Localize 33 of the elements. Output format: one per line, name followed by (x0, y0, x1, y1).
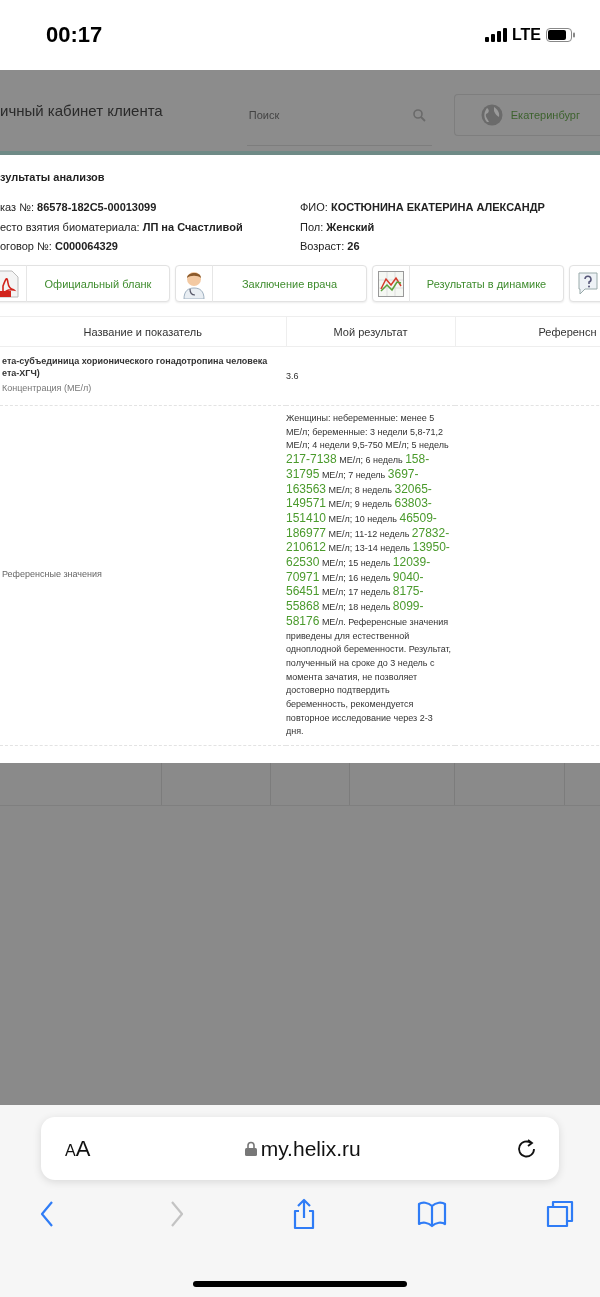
page-title: ичный кабинет клиента (0, 102, 164, 119)
column-header: Мой результат (333, 325, 408, 338)
info-field: оговор №: С000064329 (0, 240, 300, 255)
test-name: ета-субъединица хорионического гонадотропина человека ета-ХГЧ) (2, 355, 269, 379)
action-button[interactable]: Заключение врача (175, 265, 367, 302)
url-text: my.helix.ru (260, 1136, 361, 1161)
info-field: есто взятия биоматериала: ЛП на Счастливой (0, 220, 300, 236)
reference-text: Женщины: небеременные: менее 5 МЕ/л; беременные: 3 недели 5,8-71,2 МЕ/л; 4 недели 9,5-750 МЕ/л; 5 недель 217-7138 МЕ/л; 6 недель 158-31795 МЕ/л; 7 недель 3697-163563 МЕ/л; 8 недель 32065-149571 МЕ/л; 9 недель 63803-151410 МЕ/л; 10 недель 46509-186977 МЕ/л; 11-12 недель 27832-210612 МЕ/л; 13-14 недель 13950-62530 МЕ/л; 15 недель 12039-70971 МЕ/л; 16 недель 9040-56451 МЕ/л; 17 недель 8175-55868 МЕ/л; 18 недель 8099-58176 МЕ/л. Референсные значения приведены для естественной одноплодной беременности. Результат, полученный на сроке до 3 недель с момента зачатия, не позволяет достоверно подтвердить беременность, рекомендуется повторное исследование через 2-3 дня. (286, 412, 452, 739)
help-icon (577, 270, 599, 297)
tabs-icon[interactable] (544, 1198, 576, 1230)
clock-time: 00:17 (46, 22, 103, 48)
address-bar[interactable]: AA my.helix.ru (41, 1117, 559, 1180)
text-size-button[interactable]: AA (65, 1135, 91, 1162)
network-label: LTE (511, 26, 541, 44)
row-label: Референсные значения (2, 568, 102, 579)
action-button[interactable]: Результаты в динамике (372, 265, 564, 302)
info-field: каз №: 86578-182С5-00013099 (0, 201, 300, 216)
battery-icon (546, 28, 576, 42)
chart-icon (378, 270, 404, 297)
info-field: ФИО: КОСТЮНИНА ЕКАТЕРИНА АЛЕКСАНДР (300, 201, 600, 216)
column-header: Название и показатель (83, 325, 202, 338)
lock-icon (244, 1141, 257, 1156)
pdf-file-icon (0, 269, 19, 298)
info-field: Возраст: 26 (300, 240, 600, 255)
modal-title: зультаты анализов (0, 171, 106, 185)
signal-icon (484, 28, 507, 42)
column-header: Референсн (538, 325, 597, 338)
unit-label: Концентрация (МЕ/л) (2, 383, 93, 393)
result-value: 3.6 (286, 371, 299, 381)
action-button[interactable]: Официальный бланк (0, 265, 170, 302)
globe-icon (480, 104, 503, 126)
search-field[interactable]: Поиск (246, 94, 432, 146)
info-field: Пол: Женский (300, 220, 600, 236)
